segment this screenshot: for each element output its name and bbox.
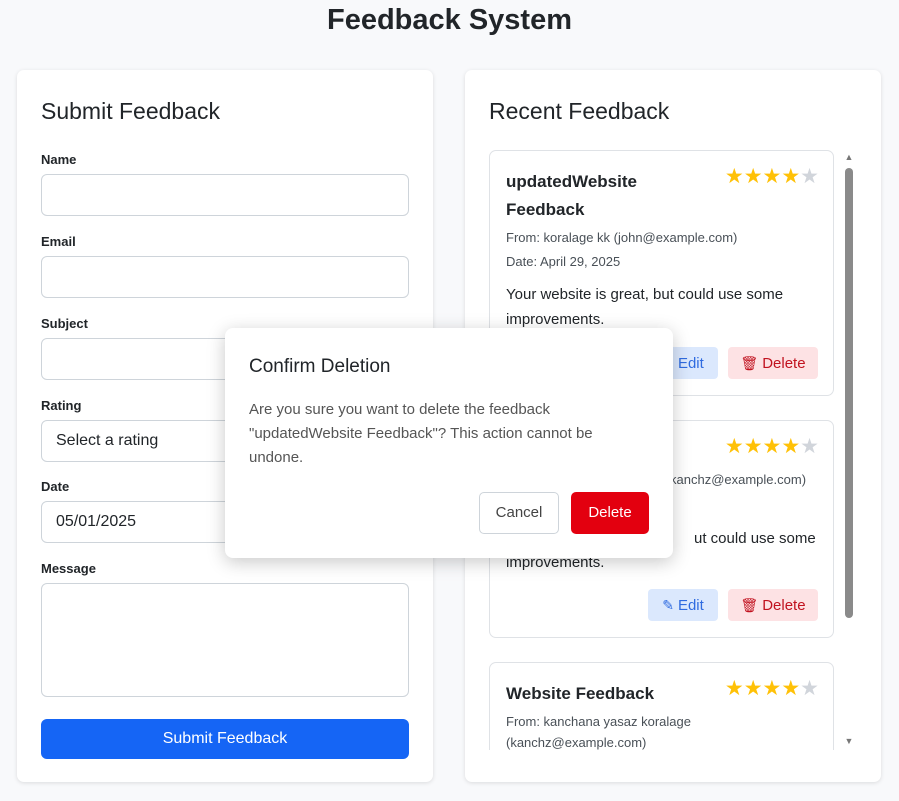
list-title: Recent Feedback [489,98,670,124]
feedback-from: From: koralage kk (john@example.com) [506,230,738,245]
star-filled-icon: ★ [724,677,744,700]
delete-button[interactable]: 🗑 Delete [728,347,818,379]
star-filled-icon: ★ [781,165,801,188]
dialog-message: Are you sure you want to delete the feed… [249,401,593,466]
form-title: Submit Feedback [41,98,220,124]
star-filled-icon: ★ [762,165,782,188]
star-filled-icon: ★ [762,677,782,700]
star-filled-icon: ★ [781,677,801,700]
feedback-message: Your website is great, but could use som… [506,286,784,303]
star-empty-icon: ★ [800,165,819,188]
star-filled-icon: ★ [762,435,782,458]
message-textarea[interactable] [41,583,409,697]
name-input[interactable] [41,174,409,216]
delete-label: Delete [762,355,806,372]
name-label: Name [41,152,77,167]
dialog-title: Confirm Deletion [249,356,391,377]
feedback-item: Website Feedback ★★★★★ From: kanchana ya… [489,662,834,750]
trash-icon: 🗑 [740,355,759,371]
email-input[interactable] [41,256,409,298]
rating-stars: ★★★★★ [725,165,819,189]
feedback-title: Website Feedback [506,684,655,703]
date-label: Date [41,479,70,494]
confirm-delete-button[interactable]: Delete [571,492,649,534]
feedback-list-scrollbar[interactable]: ▲ ▼ [843,152,855,750]
feedback-from: (kanchz@example.com) [506,735,647,750]
star-filled-icon: ★ [724,435,744,458]
pencil-icon: ✎ [662,597,674,613]
star-filled-icon: ★ [743,677,763,700]
feedback-from: From: kanchana yasaz koralage [506,714,691,729]
feedback-title: updatedWebsite [506,172,637,191]
star-empty-icon: ★ [800,677,819,700]
star-filled-icon: ★ [743,435,763,458]
page-title: Feedback System [326,4,572,36]
rating-stars: ★★★★★ [725,677,819,701]
edit-button[interactable]: ✎Edit [648,589,718,621]
star-filled-icon: ★ [743,165,763,188]
star-filled-icon: ★ [781,435,801,458]
feedback-from: kanchz@example.com) [670,472,807,487]
feedback-date: Date: April 29, 2025 [506,254,621,269]
scroll-up-icon[interactable]: ▲ [843,152,855,162]
star-filled-icon: ★ [724,165,744,188]
trash-icon: 🗑 [740,597,759,613]
subject-label: Subject [41,316,88,331]
edit-label: Edit [677,355,704,372]
star-empty-icon: ★ [800,435,819,458]
rating-stars: ★★★★★ [725,435,819,459]
delete-label: Delete [762,597,806,614]
message-label: Message [41,561,96,576]
rating-select-value: Select a rating [56,432,159,449]
rating-label: Rating [41,398,82,413]
feedback-message: ut could use some [694,530,816,547]
cancel-button[interactable]: Cancel [479,492,559,534]
delete-button[interactable]: 🗑 Delete [728,589,818,621]
confirm-deletion-dialog: Confirm Deletion Are you sure you want t… [225,328,673,558]
edit-label: Edit [677,597,704,614]
scroll-thumb[interactable] [845,168,853,618]
scroll-down-icon[interactable]: ▼ [843,736,855,746]
feedback-title: Feedback [506,200,585,219]
email-label: Email [41,234,76,249]
submit-feedback-button[interactable]: Submit Feedback [41,719,409,759]
